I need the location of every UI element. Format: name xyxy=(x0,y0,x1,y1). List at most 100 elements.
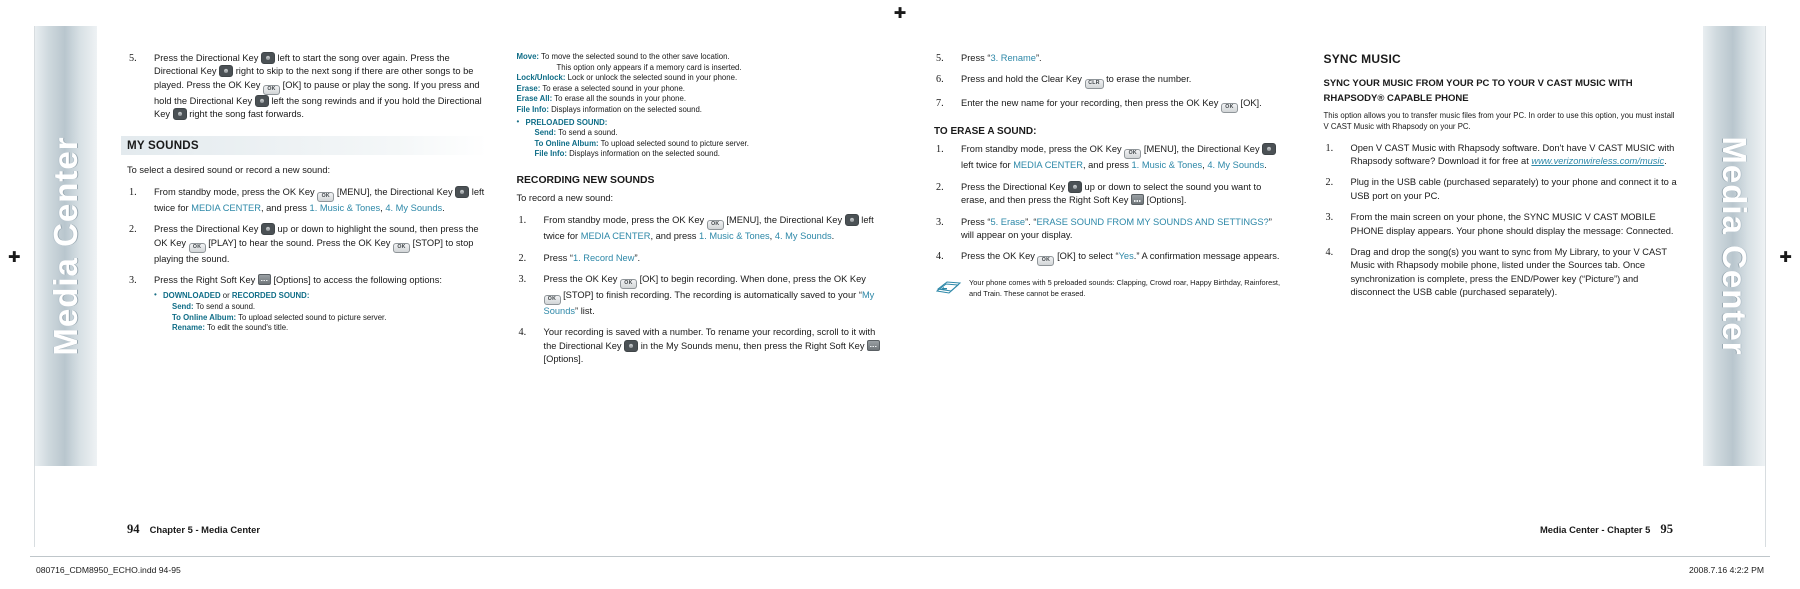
ok-key-icon: OK xyxy=(619,278,637,289)
content-columns: 5. Press the Directional Key left to sta… xyxy=(105,52,1695,444)
list-item: 5. Press “3. Rename”. xyxy=(934,52,1282,65)
list-item: 1. Open V CAST Music with Rhapsody softw… xyxy=(1324,142,1680,169)
menu-reference: MEDIA CENTER xyxy=(191,202,261,213)
step-text: ”. xyxy=(1035,53,1042,63)
definition-desc: To erase all the sounds in your phone. xyxy=(552,94,686,104)
definition-item: Send: To send a sound. xyxy=(535,128,885,139)
right-soft-key-icon xyxy=(1131,194,1145,206)
ok-key-icon: OK xyxy=(543,294,561,305)
step-number: 3. xyxy=(1325,212,1334,224)
step-text: [Options]. xyxy=(1144,195,1187,206)
step-text: . xyxy=(831,231,835,242)
step-number: 3. xyxy=(518,273,527,285)
step-text: Press the OK Key xyxy=(961,251,1038,262)
sync-paragraph: This option allows you to transfer music… xyxy=(1323,111,1675,131)
step-text: Press and hold the Clear Key xyxy=(961,74,1085,85)
directional-key-icon xyxy=(1262,143,1277,156)
side-band-left-label: Media Center xyxy=(47,136,84,356)
definition-item: Erase All: To erase all the sounds in yo… xyxy=(517,94,885,105)
step-text: Press the Right Soft Key xyxy=(154,275,258,286)
list-item: 5. Press the Directional Key left to sta… xyxy=(127,52,487,122)
list-item: 2. Press the Directional Key up or down … xyxy=(127,223,487,266)
column1-step5-list: 5. Press the Directional Key left to sta… xyxy=(127,52,487,122)
registration-mark-left: ✚ xyxy=(8,249,21,266)
column-1: 5. Press the Directional Key left to sta… xyxy=(105,52,503,444)
definition-item: This option only appears if a memory car… xyxy=(517,63,885,74)
registration-mark-top: ✚ xyxy=(893,5,907,22)
list-item: PRELOADED SOUND: Send: To send a sound. … xyxy=(517,117,885,160)
step-text: Press the OK Key xyxy=(543,273,620,284)
menu-reference: 4. My Sounds xyxy=(1207,160,1265,171)
step-text: , and press xyxy=(1082,160,1132,171)
definition-term: File Info: xyxy=(516,104,549,114)
column1-definitions: Send: To send a sound. To Online Album: … xyxy=(172,302,487,334)
right-soft-key-icon xyxy=(257,274,271,286)
definition-term: Rename: xyxy=(172,323,205,333)
definition-item: Rename: To edit the sound's title. xyxy=(172,323,487,334)
ok-key-icon: OK xyxy=(1037,256,1055,267)
menu-reference: 1. Music & Tones xyxy=(309,202,381,213)
folio-right: Media Center - Chapter 5 95 xyxy=(1540,522,1673,537)
list-item: 3. Press the OK Key OK [OK] to begin rec… xyxy=(517,273,885,318)
definition-desc: To edit the sound's title. xyxy=(204,323,289,333)
column2-lead: To record a new sound: xyxy=(516,192,614,203)
step-text-a: Press the Directional Key xyxy=(154,53,261,63)
step-text: Press “ xyxy=(961,53,991,63)
step-text: ” list. xyxy=(575,305,595,316)
step-number: 4. xyxy=(936,251,944,263)
column2-definitions-top: Move: To move the selected sound to the … xyxy=(517,52,885,116)
step-text: . xyxy=(1264,160,1267,171)
list-item: 2. Plug in the USB cable (purchased sepa… xyxy=(1324,176,1680,203)
menu-reference: 5. Erase xyxy=(990,216,1026,227)
definition-term: To Online Album: xyxy=(534,138,599,148)
step-text: [MENU], the Directional Key xyxy=(1141,144,1263,155)
directional-key-icon xyxy=(1067,180,1082,193)
menu-reference: MEDIA CENTER xyxy=(580,231,651,242)
clear-key-icon: CLR xyxy=(1084,79,1104,90)
bullet-head-recorded: RECORDED SOUND: xyxy=(231,291,310,301)
definition-desc: This option only appears if a memory car… xyxy=(556,62,742,72)
list-item: 2. Press “1. Record New”. xyxy=(517,252,885,265)
definition-term: Send: xyxy=(534,128,557,138)
list-item: 7. Enter the new name for your recording… xyxy=(934,97,1282,114)
step-text: Press the Directional Key xyxy=(961,181,1068,192)
step-text: .” A confirmation message appears. xyxy=(1133,251,1280,262)
list-item: 3. Press “5. Erase”. “ERASE SOUND FROM M… xyxy=(934,216,1282,243)
definition-desc: To upload selected sound to picture serv… xyxy=(598,138,749,148)
sync-subtitle-line2: RHAPSODY® CAPABLE PHONE xyxy=(1323,93,1469,104)
list-item: 6. Press and hold the Clear Key CLR to e… xyxy=(934,73,1282,90)
definition-item: Lock/Unlock: Lock or unlock the selected… xyxy=(517,73,885,84)
directional-key-icon xyxy=(260,223,275,236)
menu-reference: 1. Music & Tones xyxy=(699,231,770,242)
definition-term: Lock/Unlock: xyxy=(516,73,566,83)
print-divider xyxy=(30,556,1770,557)
display-message: ERASE SOUND FROM MY SOUNDS AND SETTINGS? xyxy=(1036,216,1269,227)
menu-reference: 4. My Sounds xyxy=(774,231,832,242)
list-item: 3. Press the Right Soft Key [Options] to… xyxy=(127,274,487,334)
list-item: 4. Your recording is saved with a number… xyxy=(517,326,885,366)
definition-desc: To send a sound. xyxy=(556,128,618,138)
step-text: [MENU], the Directional Key xyxy=(723,215,845,226)
step-number: 3. xyxy=(936,216,944,228)
menu-reference: Yes xyxy=(1118,251,1134,262)
definition-term: To Online Album: xyxy=(172,312,237,322)
column-3: 5. Press “3. Rename”. 6. Press and hold … xyxy=(900,52,1298,444)
manual-spread: ✚ ✚ ✚ ✚ Media Center Media Center 5. Pre… xyxy=(0,0,1800,589)
url-link[interactable]: www.verizonwireless.com/music xyxy=(1531,156,1664,166)
list-item: 4. Press the OK Key OK [OK] to select “Y… xyxy=(934,250,1282,267)
menu-reference: 4. My Sounds xyxy=(385,202,443,213)
definition-term: File Info: xyxy=(534,149,567,159)
note-text: Your phone comes with 5 preloaded sounds… xyxy=(969,278,1280,298)
step-text: From standby mode, press the OK Key xyxy=(543,215,707,226)
step-number: 4. xyxy=(518,327,527,339)
column2-definitions-bottom: Send: To send a sound. To Online Album: … xyxy=(535,128,885,160)
note-callout: Your phone comes with 5 preloaded sounds… xyxy=(934,278,1282,300)
step-text-f: right the song fast forwards. xyxy=(186,109,304,120)
folio-left: 94 Chapter 5 - Media Center xyxy=(127,522,260,537)
step-text: . xyxy=(1664,156,1667,166)
step-text: in the My Sounds menu, then press the Ri… xyxy=(638,340,868,351)
definition-term: Erase All: xyxy=(516,94,553,104)
bullet-head-or: or xyxy=(220,291,232,301)
step-text: left twice for xyxy=(961,160,1014,171)
step-text: , and press xyxy=(650,231,700,242)
